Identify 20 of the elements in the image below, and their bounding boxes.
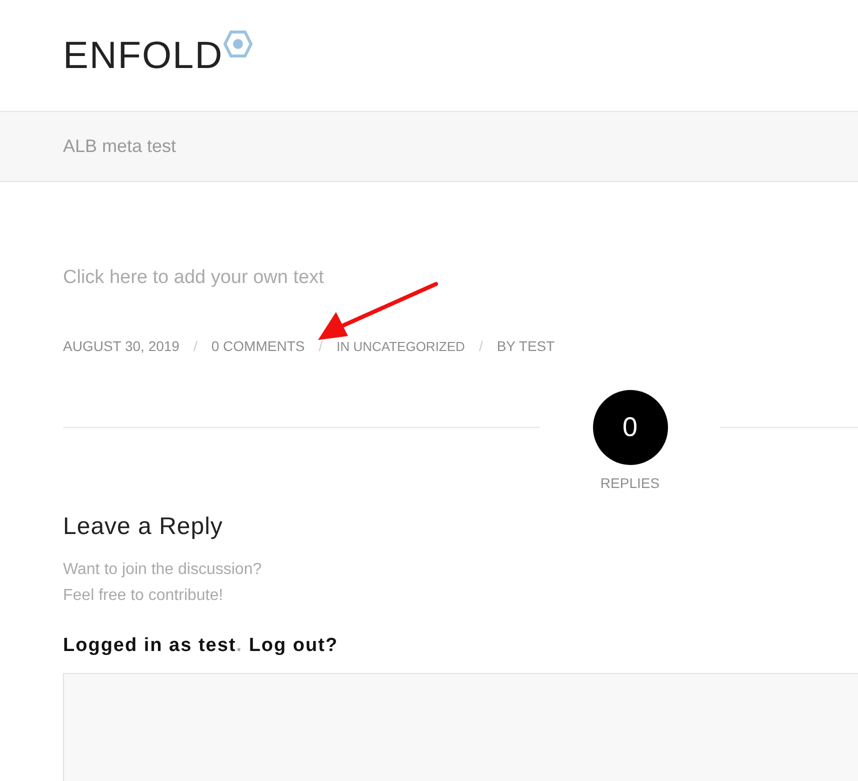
meta-separator: /: [318, 338, 323, 354]
hexagon-icon: [223, 30, 254, 58]
intro-text: Feel free to contribute!: [63, 586, 224, 606]
logged-in-text: Logged in as test. Log out?: [63, 635, 340, 657]
post-meta[interactable]: IN UNCATEGORIZED: [336, 339, 465, 354]
post-meta[interactable]: 0 COMMENTS: [211, 338, 305, 354]
meta-separator: /: [478, 338, 483, 354]
post-meta[interactable]: BY TEST: [496, 338, 555, 354]
replies-label: REPLIES: [600, 475, 660, 491]
replies-count: 0: [592, 390, 668, 465]
intro-text: Want to join the discussion?: [63, 560, 263, 580]
post-meta: AUGUST 30, 2019: [63, 338, 180, 354]
user-link[interactable]: test: [198, 635, 236, 656]
placeholder-text: Click here to add your own text: [63, 266, 325, 290]
meta-separator: /: [193, 338, 198, 354]
site-logo[interactable]: ENFOLD: [63, 37, 224, 75]
logout-link[interactable]: Log out?: [248, 635, 338, 656]
reply-heading: Leave a Reply: [63, 513, 224, 541]
comment-field[interactable]: [63, 673, 858, 781]
page-title[interactable]: ALB meta test: [63, 136, 176, 157]
